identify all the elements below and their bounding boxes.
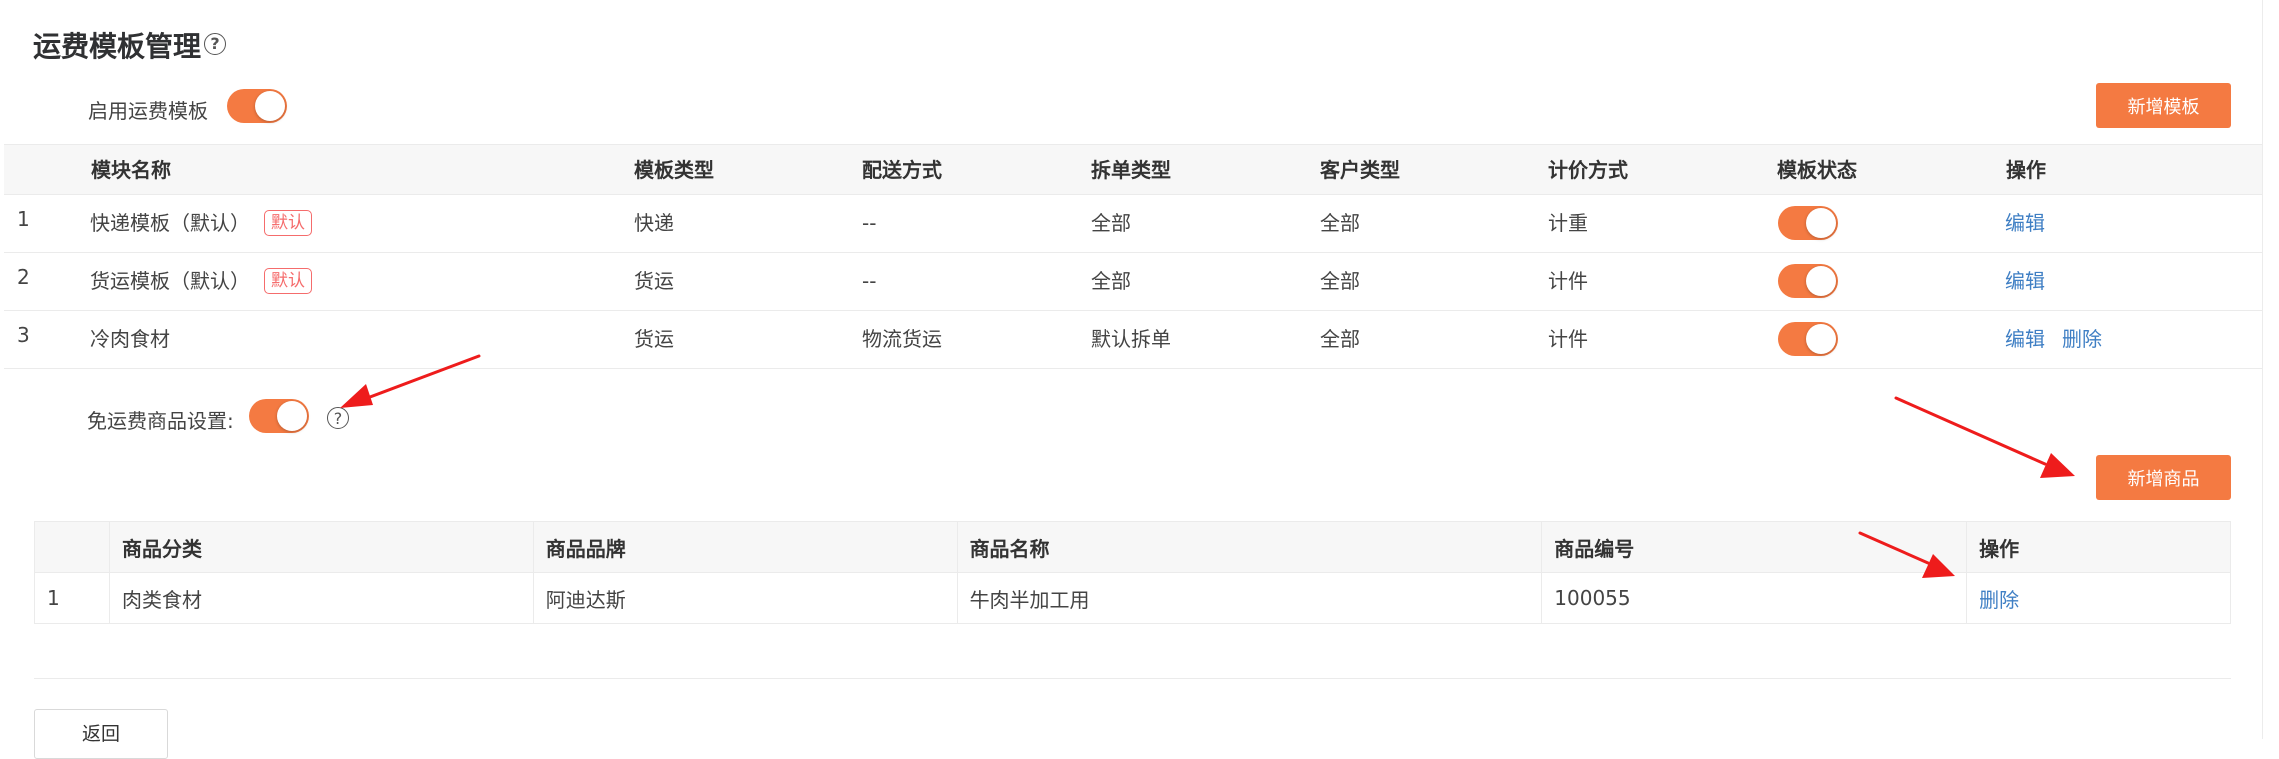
- edit-link[interactable]: 编辑: [2005, 195, 2045, 252]
- customer-type: 全部: [1320, 211, 1360, 235]
- page-title-text: 运费模板管理: [33, 30, 202, 63]
- goods-action-cell: 删除: [1966, 572, 2231, 624]
- back-button[interactable]: 返回: [34, 709, 168, 759]
- row-index: 1: [34, 572, 110, 624]
- template-status-toggle[interactable]: [1778, 264, 1838, 298]
- goods-category: 肉类食材: [108, 572, 534, 624]
- template-type: 货运: [634, 269, 674, 293]
- template-type: 货运: [634, 327, 674, 351]
- toggle-knob: [1806, 266, 1836, 296]
- column-header-index: [34, 521, 110, 573]
- customer-type: 全部: [1320, 327, 1360, 351]
- column-header-delivery: 配送方式: [862, 158, 942, 182]
- pricing-method: 计件: [1548, 327, 1588, 351]
- delivery-method: --: [862, 211, 877, 235]
- free-shipping-goods-table: 商品分类 商品品牌 商品名称 商品编号 操作 1 肉类食材 阿迪达斯 牛肉半加工…: [34, 521, 2231, 624]
- column-header-split: 拆单类型: [1091, 158, 1171, 182]
- free-shipping-help-icon[interactable]: ?: [327, 407, 349, 429]
- annotation-arrow-add-goods: [1894, 396, 2075, 478]
- footer-divider: [34, 678, 2231, 679]
- template-name-text: 货运模板（默认）: [90, 269, 250, 293]
- template-name: 货运模板（默认） 默认: [90, 253, 312, 310]
- split-type: 默认拆单: [1091, 327, 1171, 351]
- column-header-goods-name: 商品名称: [956, 521, 1543, 573]
- table-row: 1 肉类食材 阿迪达斯 牛肉半加工用 100055 删除: [34, 572, 2231, 624]
- add-goods-button[interactable]: 新增商品: [2096, 455, 2231, 500]
- column-header-category: 商品分类: [108, 521, 534, 573]
- free-shipping-label: 免运费商品设置:: [87, 409, 234, 433]
- row-index: 2: [17, 265, 30, 289]
- column-header-brand: 商品品牌: [532, 521, 958, 573]
- pricing-method: 计重: [1548, 211, 1588, 235]
- column-header-name: 模块名称: [91, 158, 171, 182]
- template-name: 快递模板（默认） 默认: [90, 195, 312, 252]
- column-header-customer: 客户类型: [1320, 158, 1400, 182]
- enable-template-label: 启用运费模板: [88, 99, 208, 123]
- table-row: 1 快递模板（默认） 默认 快递 -- 全部 全部 计重 编辑: [4, 195, 2262, 253]
- column-header-actions: 操作: [1966, 521, 2231, 573]
- template-status-toggle[interactable]: [1778, 322, 1838, 356]
- goods-name: 牛肉半加工用: [956, 572, 1543, 624]
- template-name: 冷肉食材: [90, 327, 170, 351]
- add-template-button[interactable]: 新增模板: [2096, 83, 2231, 128]
- default-badge: 默认: [264, 267, 312, 294]
- template-status-toggle[interactable]: [1778, 206, 1838, 240]
- help-icon[interactable]: ?: [204, 33, 227, 55]
- delivery-method: 物流货运: [862, 327, 942, 351]
- column-header-goods-code: 商品编号: [1541, 521, 1968, 573]
- goods-code: 100055: [1541, 572, 1968, 624]
- split-type: 全部: [1091, 269, 1131, 293]
- table-row: 2 货运模板（默认） 默认 货运 -- 全部 全部 计件 编辑: [4, 253, 2262, 311]
- delete-link[interactable]: 删除: [2062, 311, 2102, 368]
- template-type: 快递: [634, 211, 674, 235]
- template-table-header: 模块名称 模板类型 配送方式 拆单类型 客户类型 计价方式 模板状态 操作: [4, 144, 2262, 195]
- edit-link[interactable]: 编辑: [2005, 253, 2045, 310]
- toggle-knob: [277, 401, 307, 431]
- delivery-method: --: [862, 269, 877, 293]
- delete-goods-link[interactable]: 删除: [1979, 588, 2019, 612]
- pricing-method: 计件: [1548, 269, 1588, 293]
- template-name-text: 快递模板（默认）: [90, 211, 250, 235]
- toggle-knob: [1806, 208, 1836, 238]
- page-title: 运费模板管理?: [33, 27, 227, 67]
- default-badge: 默认: [264, 209, 312, 236]
- toggle-knob: [1806, 324, 1836, 354]
- customer-type: 全部: [1320, 269, 1360, 293]
- column-header-status: 模板状态: [1777, 158, 1857, 182]
- column-header-pricing: 计价方式: [1548, 158, 1628, 182]
- toggle-knob: [255, 91, 285, 121]
- row-index: 3: [17, 323, 30, 347]
- goods-table-header: 商品分类 商品品牌 商品名称 商品编号 操作: [34, 521, 2231, 573]
- goods-brand: 阿迪达斯: [532, 572, 958, 624]
- table-row: 3 冷肉食材 货运 物流货运 默认拆单 全部 计件 编辑 删除: [4, 311, 2262, 369]
- row-index: 1: [17, 207, 30, 231]
- enable-template-toggle[interactable]: [227, 89, 287, 123]
- edit-link[interactable]: 编辑: [2005, 311, 2045, 368]
- free-shipping-toggle[interactable]: [249, 399, 309, 433]
- annotation-arrows: [340, 354, 2075, 578]
- page-right-border: [2262, 0, 2263, 739]
- split-type: 全部: [1091, 211, 1131, 235]
- column-header-actions: 操作: [2006, 158, 2046, 182]
- column-header-type: 模板类型: [634, 158, 714, 182]
